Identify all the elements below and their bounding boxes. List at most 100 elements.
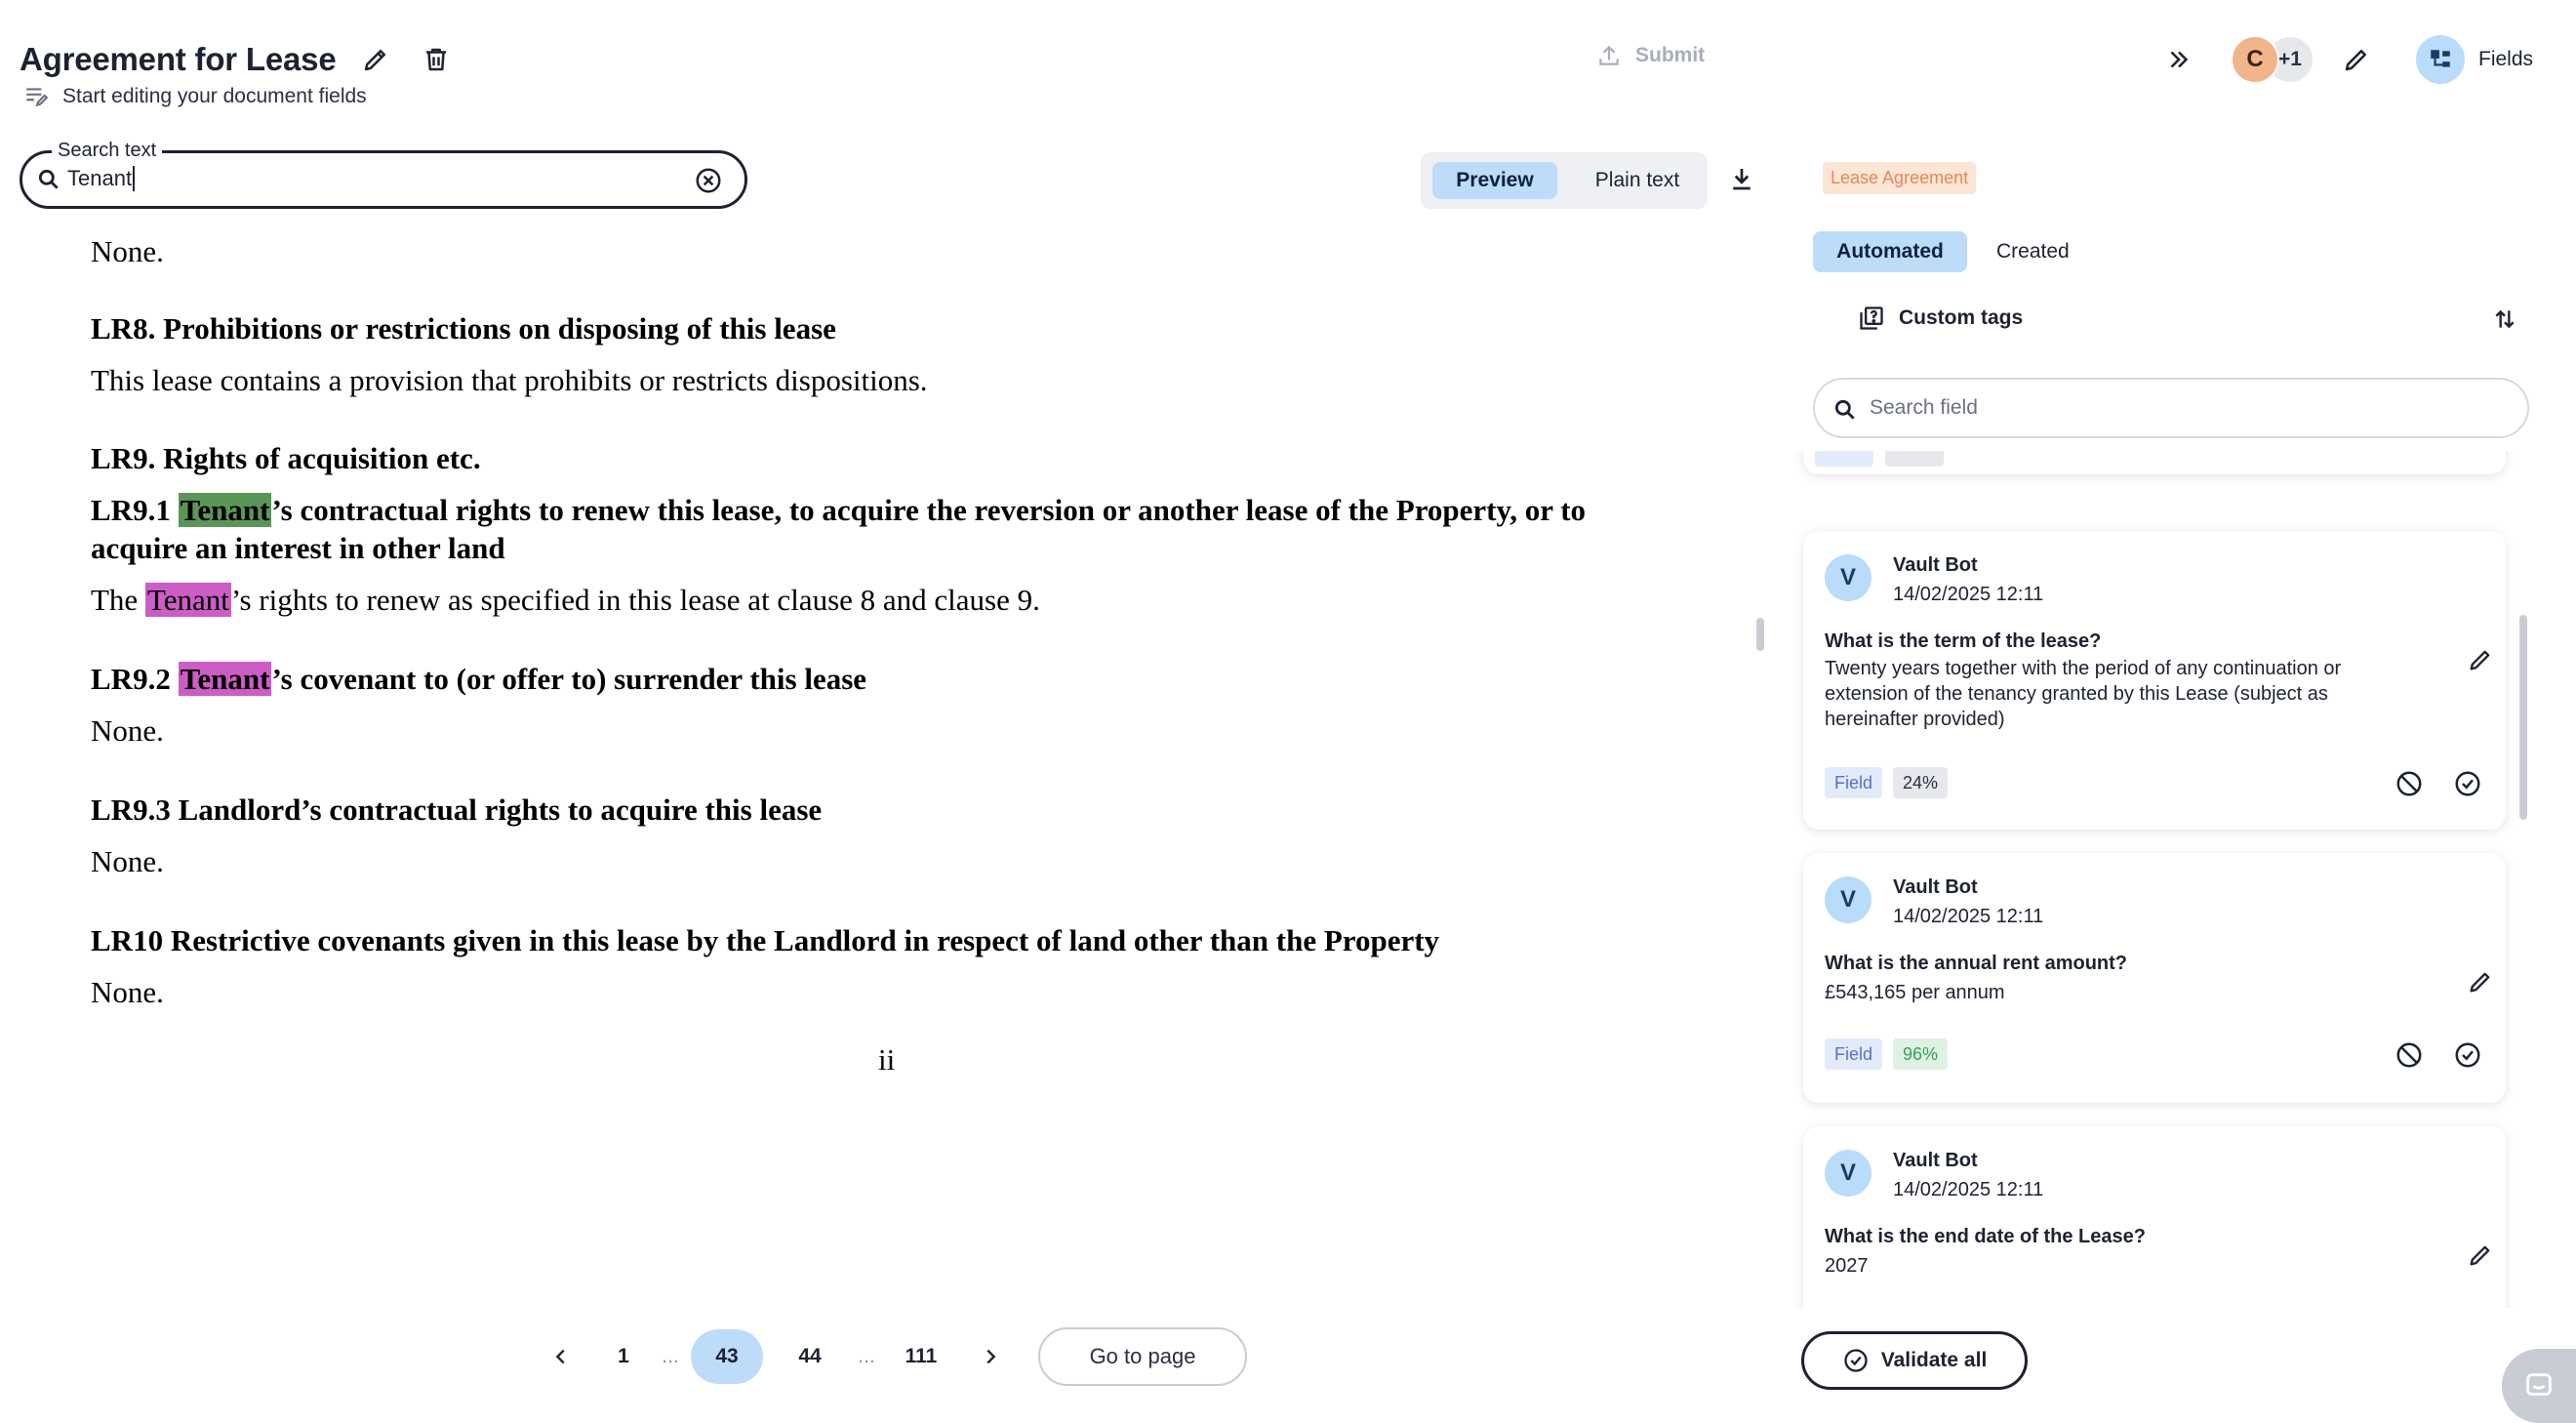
validate-all-button[interactable]: Validate all (1801, 1331, 2028, 1390)
panel-scrollbar[interactable] (2519, 615, 2527, 820)
search-text-field[interactable]: Search text Tenant (20, 140, 747, 209)
accept-check-icon (1844, 1349, 1868, 1372)
submit-button[interactable]: Submit (1596, 43, 1705, 68)
doc-heading: acquire an interest in other land (91, 531, 505, 565)
collapse-panel-button[interactable] (2164, 45, 2194, 74)
page-button[interactable]: 1 (609, 1329, 638, 1384)
confidence-badge: 96% (1893, 1038, 1949, 1070)
preview-tab[interactable]: Preview (1432, 162, 1557, 199)
card-question: What is the term of the lease? (1825, 630, 2102, 652)
doc-text-fragment: ’s covenant to (or offer to) surrender t… (271, 662, 867, 696)
doc-text: None. (91, 975, 164, 1009)
edit-field-button[interactable] (2467, 646, 2494, 678)
search-match-current[interactable]: Tenant (178, 493, 272, 527)
download-button[interactable] (1727, 164, 1756, 198)
chevron-left-icon (555, 1349, 565, 1364)
edit-field-button[interactable] (2467, 968, 2494, 1000)
plain-text-tab[interactable]: Plain text (1577, 162, 1698, 199)
trash-icon (426, 48, 446, 71)
field-card: V Vault Bot 14/02/2025 12:11 What is the… (1803, 853, 2506, 1103)
doc-text-fragment: LR9.1 (91, 493, 179, 527)
accept-check-icon (2455, 1042, 2480, 1068)
page-button[interactable]: 111 (902, 1329, 941, 1384)
document-preview[interactable]: None. LR8. Prohibitions or restrictions … (0, 224, 1776, 1288)
pagination-ellipsis: ... (662, 1345, 679, 1367)
edit-doc-icon (26, 88, 49, 107)
doc-text: The Tenant’s rights to renew as specifie… (91, 583, 1040, 618)
custom-tags-icon (1860, 306, 1883, 330)
field-search-placeholder: Search field (1870, 396, 1978, 419)
field-cards-list[interactable]: V Vault Bot 14/02/2025 12:11 What is the… (1793, 451, 2516, 1308)
search-match[interactable]: Tenant (178, 662, 272, 696)
card-answer: 2027 (1825, 1255, 1869, 1277)
pagination-ellipsis: ... (858, 1345, 875, 1367)
accept-check-icon (2455, 771, 2480, 796)
fields-label: Fields (2478, 48, 2534, 70)
card-timestamp: 14/02/2025 12:11 (1893, 906, 2044, 927)
fields-icon-circle (2416, 35, 2465, 84)
search-match[interactable]: Tenant (144, 583, 231, 617)
card-question: What is the end date of the Lease? (1825, 1226, 2146, 1247)
next-page-button[interactable] (976, 1329, 1005, 1384)
doc-text-fragment: LR9.2 (91, 662, 179, 696)
tag-chip (1815, 451, 1873, 467)
edit-field-button[interactable] (2467, 1241, 2494, 1274)
accept-button[interactable] (2453, 769, 2482, 803)
page-number-marker: ii (878, 1042, 896, 1077)
avatar: V (1825, 876, 1872, 923)
card-question: What is the annual rent amount? (1825, 953, 2128, 974)
custom-tags-button[interactable]: Custom tags (1858, 305, 2023, 332)
reject-button[interactable] (2395, 769, 2424, 803)
field-search-input[interactable]: Search field (1813, 378, 2529, 438)
doc-text-fragment: ’s rights to renew as specified in this … (230, 583, 1040, 617)
chat-launcher[interactable] (2502, 1349, 2576, 1423)
go-to-page-button[interactable]: Go to page (1038, 1327, 1247, 1386)
card-author: Vault Bot (1893, 554, 1978, 576)
field-card: V Vault Bot 14/02/2025 12:11 What is the… (1803, 531, 2506, 830)
pencil-icon (2470, 1245, 2490, 1266)
tag-chip (1885, 451, 1944, 467)
tab-automated[interactable]: Automated (1813, 231, 1967, 272)
clear-circle-icon[interactable] (694, 166, 723, 200)
current-page-button[interactable]: 43 (691, 1329, 763, 1384)
doc-text: This lease contains a provision that pro… (91, 363, 928, 397)
accept-button[interactable] (2453, 1040, 2482, 1075)
search-input[interactable]: Tenant (67, 166, 136, 191)
chat-icon (2526, 1373, 2552, 1396)
reject-icon (2396, 771, 2422, 796)
doc-heading: LR9. Rights of acquisition etc. (91, 441, 481, 475)
pencil-icon (2470, 650, 2490, 671)
edit-collaborators-button[interactable] (2342, 45, 2371, 74)
sort-button[interactable] (2492, 306, 2517, 337)
subtitle-row: Start editing your document fields (23, 84, 367, 109)
card-author: Vault Bot (1893, 876, 1978, 898)
document-scrollbar[interactable] (1756, 618, 1764, 651)
doc-text: None. (91, 713, 164, 748)
field-tag: Field (1825, 767, 1883, 798)
doc-text-fragment: ’s contractual rights to renew this leas… (271, 493, 1587, 527)
doc-text-fragment: The (91, 583, 145, 617)
submit-label: Submit (1635, 44, 1706, 66)
doc-heading: LR9.2 Tenant’s covenant to (or offer to)… (91, 662, 866, 697)
avatar: V (1825, 1150, 1872, 1197)
fields-tree-icon (2431, 50, 2450, 67)
confidence-badge: 24% (1893, 767, 1949, 798)
doc-text: None. (91, 844, 164, 878)
pencil-icon (364, 50, 385, 71)
delete-button[interactable] (422, 45, 451, 74)
tab-created[interactable]: Created (1996, 231, 2070, 272)
avatar: C (2231, 35, 2279, 84)
reject-icon (2396, 1042, 2422, 1068)
page-button[interactable]: 44 (792, 1329, 827, 1384)
field-card: V Vault Bot 14/02/2025 12:11 What is the… (1803, 1126, 2506, 1308)
chevron-right-icon (986, 1349, 996, 1364)
field-card (1803, 451, 2506, 474)
card-timestamp: 14/02/2025 12:11 (1893, 1179, 2044, 1200)
avatar: V (1825, 554, 1872, 601)
prev-page-button[interactable] (546, 1329, 576, 1384)
fields-button[interactable]: Fields (2416, 35, 2533, 84)
doc-heading: LR10 Restrictive covenants given in this… (91, 923, 1440, 957)
rename-button[interactable] (361, 45, 390, 74)
doc-heading: LR8. Prohibitions or restrictions on dis… (91, 311, 836, 346)
reject-button[interactable] (2395, 1040, 2424, 1075)
